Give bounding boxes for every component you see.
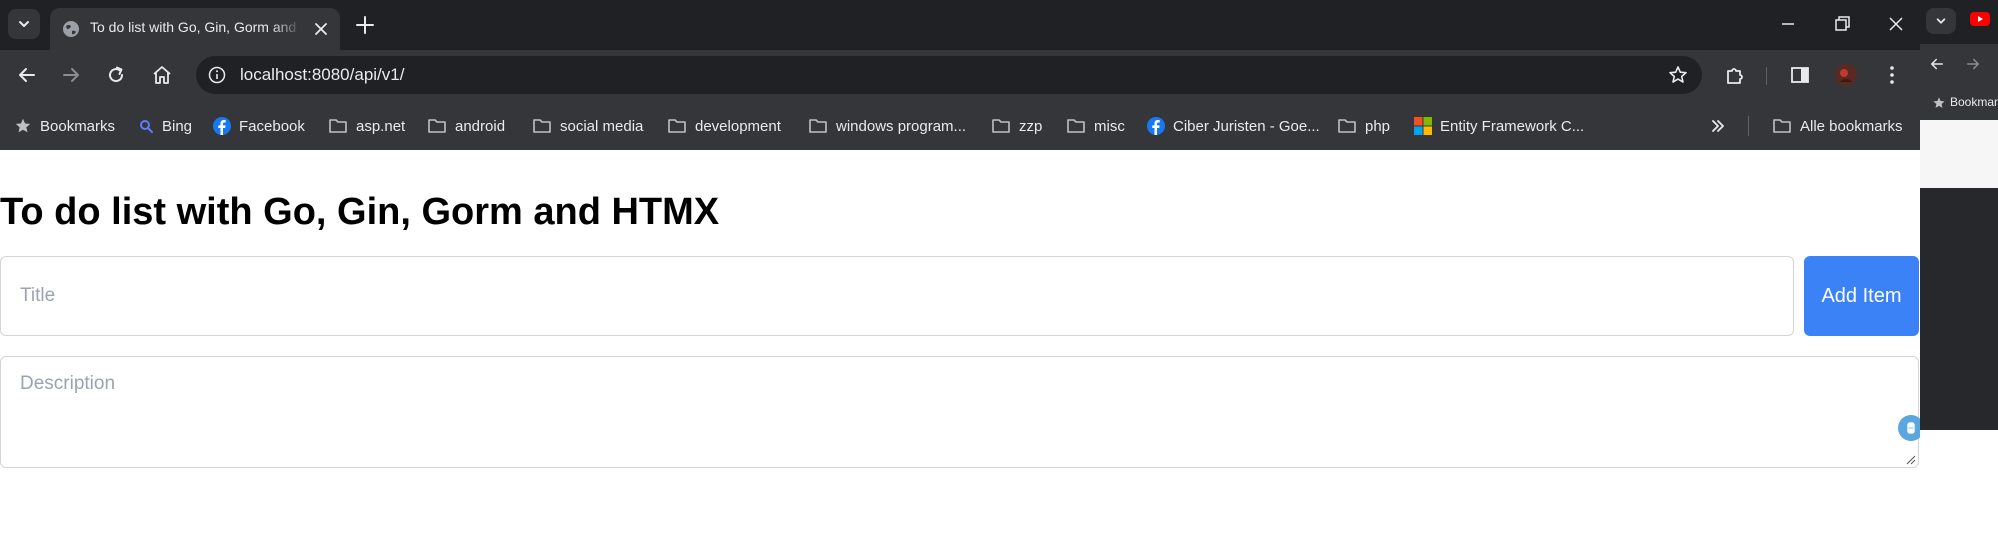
bookmarks-overflow-button[interactable] (1710, 115, 1726, 137)
folder-icon (992, 119, 1010, 133)
resize-handle-icon[interactable] (1906, 455, 1916, 465)
minimize-icon[interactable] (1776, 12, 1800, 36)
tab-strip: To do list with Go, Gin, Gorm and HTMX (0, 0, 1920, 50)
folder-icon (809, 119, 827, 133)
close-icon[interactable] (312, 20, 330, 38)
folder-icon (1338, 119, 1356, 133)
active-tab[interactable]: To do list with Go, Gin, Gorm and HTMX (50, 8, 340, 50)
facebook-icon (213, 117, 231, 135)
more-menu-icon[interactable] (1880, 63, 1904, 87)
forward-arrow-icon[interactable] (1964, 55, 1982, 73)
bookmark-facebook[interactable]: Facebook (213, 115, 305, 137)
add-item-button[interactable]: Add Item (1804, 256, 1919, 336)
browser-toolbar: localhost:8080/api/v1/ (0, 50, 1920, 100)
bookmark-label: social media (560, 117, 644, 135)
all-bookmarks-button[interactable]: Alle bookmarks (1772, 115, 1903, 137)
tab-title: To do list with Go, Gin, Gorm and HTMX (90, 19, 302, 35)
browser-window: To do list with Go, Gin, Gorm and HTMX (0, 0, 1924, 540)
tab-search-button[interactable] (8, 9, 40, 39)
window-close-icon[interactable] (1884, 12, 1908, 36)
bookmark-ciber-juristen[interactable]: Ciber Juristen - Goe... (1147, 115, 1320, 137)
desktop-background (1920, 430, 1998, 540)
forward-arrow-icon[interactable] (59, 63, 83, 87)
second-tab-strip (1920, 0, 1998, 44)
second-page-dark-area (1920, 188, 1998, 430)
bookmark-star-icon[interactable] (1668, 65, 1688, 85)
bookmark-label: windows program... (836, 117, 967, 135)
bookmark-label: zzp (1019, 117, 1043, 135)
restore-icon[interactable] (1830, 12, 1854, 36)
youtube-icon[interactable] (1970, 12, 1990, 26)
page-title: To do list with Go, Gin, Gorm and HTMX (0, 191, 720, 233)
toolbar-divider (1766, 67, 1767, 85)
bing-search-icon (140, 120, 153, 133)
second-bookmarks-bar: Bookmarks (1920, 86, 1998, 120)
bookmarks-divider (1748, 116, 1749, 136)
chevron-down-icon (1936, 18, 1946, 24)
address-url[interactable]: localhost:8080/api/v1/ (240, 65, 404, 85)
bookmark-label: asp.net (356, 117, 406, 135)
chevron-down-icon (19, 21, 29, 27)
folder-icon (329, 119, 347, 133)
all-bookmarks-label: Alle bookmarks (1800, 117, 1903, 135)
bookmark-label: Ciber Juristen - Goe... (1173, 117, 1320, 135)
star-icon (1933, 97, 1945, 108)
bookmark-folder-development[interactable]: development (667, 115, 781, 137)
profile-avatar[interactable] (1834, 63, 1858, 87)
facebook-icon (1147, 117, 1165, 135)
folder-icon (533, 119, 551, 133)
home-icon[interactable] (150, 63, 174, 87)
folder-icon (1067, 119, 1085, 133)
second-browser-window: Bookmarks (1920, 0, 1998, 540)
back-arrow-icon[interactable] (1928, 55, 1946, 73)
title-input[interactable] (0, 256, 1794, 336)
side-panel-icon[interactable] (1788, 63, 1812, 87)
double-chevron-right-icon (1712, 120, 1724, 132)
back-arrow-icon[interactable] (15, 63, 39, 87)
bookmark-bookmarks[interactable]: Bookmarks (14, 115, 115, 137)
extensions-icon[interactable] (1723, 63, 1747, 87)
bookmark-label: misc (1094, 117, 1125, 135)
bookmark-folder-zzp[interactable]: zzp (991, 115, 1042, 137)
second-tab-search-button[interactable] (1926, 8, 1956, 34)
address-bar[interactable]: localhost:8080/api/v1/ (196, 56, 1702, 94)
bookmark-bing[interactable]: Bing (138, 115, 192, 137)
folder-icon (668, 119, 686, 133)
bookmark-label: Entity Framework C... (1440, 117, 1585, 135)
bookmark-folder-php[interactable]: php (1337, 115, 1390, 137)
second-bookmarks-label: Bookmarks (1950, 95, 1998, 109)
description-textarea[interactable] (0, 356, 1919, 468)
reload-icon[interactable] (104, 63, 128, 87)
bookmark-label: Bing (162, 117, 193, 135)
page-content: To do list with Go, Gin, Gorm and HTMX A… (0, 150, 1924, 540)
bookmark-label: Bookmarks (40, 117, 116, 135)
globe-icon (63, 21, 79, 37)
folder-icon (428, 119, 446, 133)
second-toolbar (1920, 44, 1998, 86)
bookmark-folder-asp-net[interactable]: asp.net (328, 115, 405, 137)
bookmark-folder-android[interactable]: android (427, 115, 505, 137)
bookmark-label: android (455, 117, 506, 135)
bookmark-folder-social-media[interactable]: social media (532, 115, 643, 137)
bookmarks-bar: Bookmarks Bing Facebook asp.net android … (0, 100, 1920, 150)
bookmark-label: php (1365, 117, 1391, 135)
bookmark-folder-windows-programming[interactable]: windows program... (808, 115, 966, 137)
command-key-icon (1907, 422, 1915, 434)
bookmark-label: Facebook (239, 117, 305, 135)
second-page-header (1920, 120, 1998, 188)
microsoft-icon (1414, 117, 1432, 135)
bookmark-folder-misc[interactable]: misc (1066, 115, 1125, 137)
folder-icon (1773, 119, 1791, 133)
bookmark-label: development (695, 117, 781, 135)
bookmark-entity-framework[interactable]: Entity Framework C... (1414, 115, 1584, 137)
site-info-icon[interactable] (208, 66, 226, 84)
star-icon (15, 118, 31, 133)
new-tab-plus-icon[interactable] (354, 14, 376, 36)
